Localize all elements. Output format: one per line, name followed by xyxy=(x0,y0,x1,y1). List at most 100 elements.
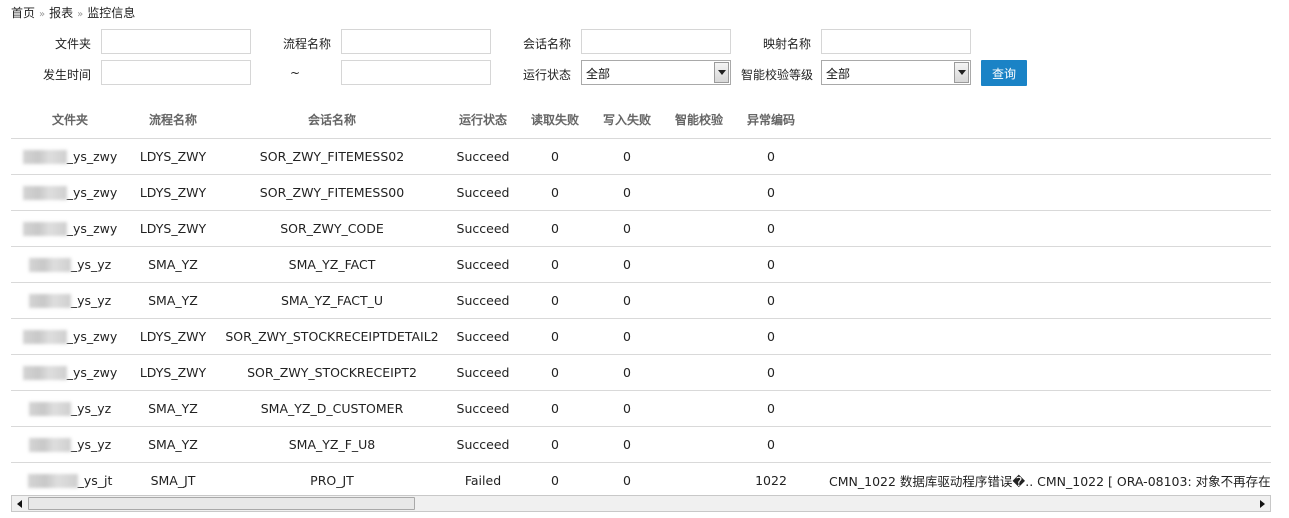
cell-status: Succeed xyxy=(447,390,519,427)
column-header-status[interactable]: 运行状态 xyxy=(447,100,519,139)
cell-message xyxy=(807,246,1271,283)
cell-message: CMN_1022 数据库驱动程序错误�.. CMN_1022 [ ORA-081… xyxy=(807,462,1271,499)
cell-message xyxy=(807,426,1271,463)
status-select-value: 全部 xyxy=(586,67,611,81)
table-row[interactable]: _ys_zwy LDYS_ZWY SOR_ZWY_STOCKRECEIPT2 Succ… xyxy=(11,354,1271,391)
table-row[interactable]: _ys_yz SMA_YZ SMA_YZ_D_CUSTOMER Succeed 0 0 0 xyxy=(11,390,1271,427)
folder-suffix: _ys_zwy xyxy=(66,184,118,200)
folder-suffix: _ys_zwy xyxy=(66,328,118,344)
cell-read-fail: 0 xyxy=(519,210,591,247)
folder-suffix: _ys_zwy xyxy=(66,364,118,380)
cell-status: Succeed xyxy=(447,246,519,283)
breadcrumb: 首页» 报表» 监控信息 xyxy=(11,4,135,21)
folder-suffix: _ys_yz xyxy=(70,436,112,452)
horizontal-scrollbar[interactable] xyxy=(11,495,1271,512)
cell-code: 0 xyxy=(735,318,807,355)
folder-suffix: _ys_yz xyxy=(70,256,112,272)
redacted-folder-prefix xyxy=(28,294,71,309)
scroll-right-arrow-icon[interactable] xyxy=(1255,496,1270,511)
redacted-folder-prefix xyxy=(22,366,67,381)
table-row[interactable]: _ys_zwy LDYS_ZWY SOR_ZWY_FITEMESS02 Succeed… xyxy=(11,138,1271,175)
cell-session: SMA_YZ_FACT_U xyxy=(217,282,447,319)
cell-read-fail: 0 xyxy=(519,282,591,319)
redacted-folder-prefix xyxy=(22,222,67,237)
cell-session: SOR_ZWY_CODE xyxy=(217,210,447,247)
table-row[interactable]: _ys_zwy LDYS_ZWY SOR_ZWY_CODE Succeed 0 0 0 xyxy=(11,210,1271,247)
column-header-read-fail[interactable]: 读取失败 xyxy=(519,100,591,139)
cell-message xyxy=(807,282,1271,319)
cell-status: Failed xyxy=(447,462,519,499)
chevron-down-icon[interactable] xyxy=(714,62,729,83)
cell-folder: _ys_jt xyxy=(11,462,129,499)
workflow-input[interactable] xyxy=(341,29,491,54)
status-select[interactable]: 全部 xyxy=(581,60,731,85)
folder-suffix: _ys_jt xyxy=(77,472,113,488)
breadcrumb-home-link[interactable]: 首页 xyxy=(11,6,35,20)
cell-code: 0 xyxy=(735,354,807,391)
cell-read-fail: 0 xyxy=(519,426,591,463)
breadcrumb-report-link[interactable]: 报表 xyxy=(49,6,73,20)
workflow-label: 流程名称 xyxy=(283,37,332,51)
cell-status: Succeed xyxy=(447,138,519,175)
table-row[interactable]: _ys_yz SMA_YZ SMA_YZ_FACT Succeed 0 0 0 xyxy=(11,246,1271,283)
cell-session: SOR_ZWY_FITEMESS02 xyxy=(217,138,447,175)
time-from-input[interactable] xyxy=(101,60,251,85)
cell-write-fail: 0 xyxy=(591,462,663,499)
table-row[interactable]: _ys_yz SMA_YZ SMA_YZ_FACT_U Succeed 0 0 0 xyxy=(11,282,1271,319)
time-label: 发生时间 xyxy=(43,68,92,82)
time-to-input[interactable] xyxy=(341,60,491,85)
session-input[interactable] xyxy=(581,29,731,54)
column-header-session[interactable]: 会话名称 xyxy=(217,100,447,139)
cell-session: SOR_ZWY_STOCKRECEIPTDETAIL2 xyxy=(217,318,447,355)
query-button[interactable]: 查询 xyxy=(981,60,1027,86)
cell-status: Succeed xyxy=(447,318,519,355)
cell-check xyxy=(663,246,735,283)
cell-code: 1022 xyxy=(735,462,807,499)
redacted-folder-prefix xyxy=(27,474,78,489)
cell-check xyxy=(663,354,735,391)
cell-read-fail: 0 xyxy=(519,390,591,427)
column-header-write-fail[interactable]: 写入失败 xyxy=(591,100,663,139)
cell-message xyxy=(807,390,1271,427)
cell-session: PRO_JT xyxy=(217,462,447,499)
table-row[interactable]: _ys_yz SMA_YZ SMA_YZ_F_U8 Succeed 0 0 0 xyxy=(11,426,1271,463)
column-header-folder[interactable]: 文件夹 xyxy=(11,100,129,139)
cell-folder: _ys_zwy xyxy=(11,210,129,247)
column-header-check[interactable]: 智能校验 xyxy=(663,100,735,139)
scrollbar-thumb[interactable] xyxy=(28,497,415,510)
cell-code: 0 xyxy=(735,246,807,283)
table-row[interactable]: _ys_zwy LDYS_ZWY SOR_ZWY_FITEMESS00 Succeed… xyxy=(11,174,1271,211)
cell-workflow: LDYS_ZWY xyxy=(129,210,217,247)
cell-message xyxy=(807,318,1271,355)
cell-write-fail: 0 xyxy=(591,390,663,427)
column-header-workflow[interactable]: 流程名称 xyxy=(129,100,217,139)
cell-workflow: SMA_JT xyxy=(129,462,217,499)
table-row[interactable]: _ys_jt SMA_JT PRO_JT Failed 0 0 1022 CMN_1022 数… xyxy=(11,462,1271,499)
level-label: 智能校验等级 xyxy=(741,68,814,82)
cell-folder: _ys_zwy xyxy=(11,174,129,211)
cell-session: SMA_YZ_FACT xyxy=(217,246,447,283)
cell-folder: _ys_yz xyxy=(11,390,129,427)
level-select[interactable]: 全部 xyxy=(821,60,971,85)
cell-folder: _ys_zwy xyxy=(11,318,129,355)
level-select-value: 全部 xyxy=(826,67,851,81)
cell-read-fail: 0 xyxy=(519,318,591,355)
cell-message xyxy=(807,354,1271,391)
table-row[interactable]: _ys_zwy LDYS_ZWY SOR_ZWY_STOCKRECEIPTDETAI… xyxy=(11,318,1271,355)
chevron-down-icon[interactable] xyxy=(954,62,969,83)
mapping-input[interactable] xyxy=(821,29,971,54)
cell-workflow: LDYS_ZWY xyxy=(129,318,217,355)
column-header-code[interactable]: 异常编码 xyxy=(735,100,807,139)
column-header-message xyxy=(807,100,1271,139)
redacted-folder-prefix xyxy=(22,330,67,345)
folder-suffix: _ys_yz xyxy=(70,292,112,308)
redacted-folder-prefix xyxy=(22,150,67,165)
folder-input[interactable] xyxy=(101,29,251,54)
cell-folder: _ys_zwy xyxy=(11,138,129,175)
cell-write-fail: 0 xyxy=(591,210,663,247)
cell-workflow: LDYS_ZWY xyxy=(129,138,217,175)
status-label: 运行状态 xyxy=(523,68,572,82)
cell-session: SOR_ZWY_STOCKRECEIPT2 xyxy=(217,354,447,391)
breadcrumb-separator: » xyxy=(77,9,84,20)
scroll-left-arrow-icon[interactable] xyxy=(12,496,27,511)
